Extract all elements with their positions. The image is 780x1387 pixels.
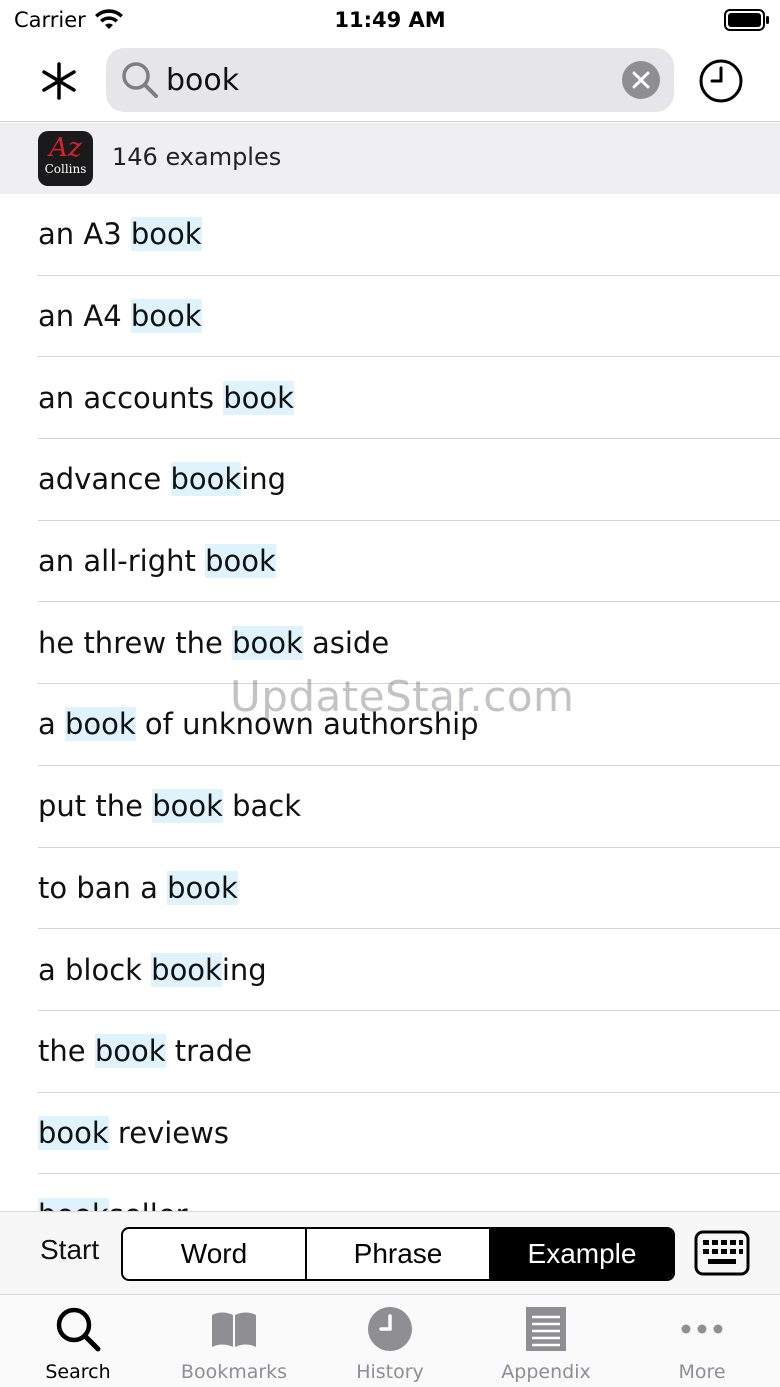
result-row[interactable]: a block booking [38,929,780,1011]
match-highlight: book [232,625,303,660]
segment-example[interactable]: Example [491,1229,673,1279]
logo-name: Collins [44,162,87,176]
match-highlight: book [167,870,238,905]
match-highlight: book [38,1197,109,1211]
search-icon [56,1307,101,1352]
results-list[interactable]: an A3 book an A4 book an accounts book adva… [0,194,780,1211]
result-text: an A3 book [38,217,202,252]
tab-label-more: More [678,1361,726,1383]
tab-bookmarks[interactable]: Bookmarks [156,1295,312,1387]
start-button[interactable]: Start [40,1234,99,1266]
result-text: an A4 book [38,299,202,334]
battery-icon [724,9,769,31]
search-bar[interactable] [106,48,674,112]
keyboard-icon[interactable] [694,1230,750,1276]
result-row[interactable]: an A4 book [38,276,780,358]
result-text-before: to ban a [38,870,168,905]
result-row[interactable]: put the book back [38,766,780,848]
result-row[interactable]: he threw the book aside [38,602,780,685]
match-highlight: book [205,544,276,579]
segment-phrase[interactable]: Phrase [307,1229,491,1279]
result-row[interactable]: book reviews [38,1093,780,1175]
result-row[interactable]: a book of unknown authorship [38,684,780,766]
segment-word[interactable]: Word [123,1229,307,1279]
match-highlight: book [130,217,202,252]
result-text: book reviews [38,1115,229,1150]
match-highlight: book [151,952,222,987]
result-text-before: the [38,1034,95,1069]
result-text-before: he threw the [38,625,233,660]
result-text: a block booking [38,952,267,987]
result-text: he threw the book aside [38,625,390,660]
match-highlight: book [94,1034,166,1069]
asterisk-icon[interactable] [38,60,80,102]
search-input[interactable] [166,48,606,112]
result-text: the book trade [38,1034,253,1069]
mode-segmented-control: Word Phrase Example [121,1227,675,1281]
match-highlight: book [170,462,242,497]
match-highlight: book [38,1115,109,1150]
result-row[interactable]: an accounts book [38,357,780,440]
result-text-after: back [222,789,302,824]
result-text-before: a [38,707,65,742]
search-mode-bar: Start Word Phrase Example [0,1211,780,1295]
result-text-after: trade [165,1034,253,1069]
result-text: advance booking [38,462,287,497]
result-row[interactable]: the book trade [38,1011,780,1093]
document-icon [526,1307,566,1351]
collins-logo: Az Collins [38,131,93,186]
status-bar: Carrier 11:49 AM [0,0,780,40]
result-row[interactable]: an all-right book [38,521,780,603]
result-text: to ban a book [38,870,238,905]
status-time: 11:49 AM [334,8,446,32]
match-highlight: book [130,299,202,334]
tab-history[interactable]: History [312,1295,468,1387]
tab-label-bookmarks: Bookmarks [180,1361,288,1383]
result-text-before: an accounts [38,380,224,415]
result-row[interactable]: bookseller [38,1174,780,1211]
result-row[interactable]: to ban a book [38,848,780,930]
result-text-after: reviews [108,1115,229,1150]
clock-icon [368,1307,412,1351]
result-text-after: of unknown authorship [135,707,479,742]
result-text-before: an A4 [38,299,131,334]
result-text-before: put the [38,789,153,824]
clear-icon[interactable] [622,61,660,99]
result-text-before: an all-right [38,544,206,579]
result-text-before: advance [38,462,171,497]
match-highlight: book [223,380,294,415]
tab-more[interactable]: More [624,1295,780,1387]
result-text: put the book back [38,789,302,824]
logo-az: Az [49,133,82,163]
result-row[interactable]: advance booking [38,439,780,521]
tab-label-search: Search [45,1361,111,1383]
search-header [0,40,780,122]
tab-bar: Search Bookmarks History Appendix More [0,1295,780,1387]
result-text: bookseller [38,1197,188,1211]
results-banner: Az Collins 146 examples [0,123,780,194]
tab-search[interactable]: Search [0,1295,156,1387]
tab-label-appendix: Appendix [501,1361,591,1383]
tab-label-history: History [356,1361,424,1383]
result-text-after: ing [241,462,287,497]
results-count: 146 examples [112,143,282,171]
result-text: an accounts book [38,380,294,415]
match-highlight: book [152,789,223,824]
result-row[interactable]: an A3 book [38,194,780,276]
book-icon [212,1312,256,1347]
result-text-after: aside [302,625,390,660]
more-icon [681,1324,723,1334]
result-text-before: an A3 [38,217,131,252]
result-text-after: ing [221,952,267,987]
search-icon [122,62,158,98]
result-text: an all-right book [38,544,276,579]
clock-icon[interactable] [698,58,744,104]
match-highlight: book [65,707,136,742]
tab-appendix[interactable]: Appendix [468,1295,624,1387]
result-text: a book of unknown authorship [38,707,479,742]
result-text-before: a block [38,952,152,987]
result-text-after: seller [109,1198,188,1211]
